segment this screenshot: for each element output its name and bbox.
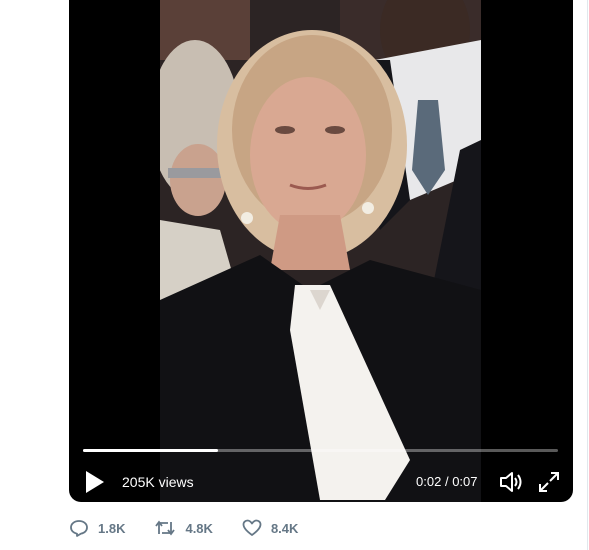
- like-button[interactable]: 8.4K: [242, 518, 298, 538]
- video-player[interactable]: 205K views 0:02 / 0:07: [69, 0, 573, 502]
- retweet-icon: [155, 520, 176, 536]
- play-button[interactable]: [83, 469, 107, 495]
- heart-icon: [242, 519, 262, 536]
- reply-icon: [70, 520, 88, 537]
- reply-count: 1.8K: [98, 520, 126, 536]
- time-total: 0:07: [452, 474, 478, 489]
- page-divider: [587, 0, 588, 550]
- time-display: 0:02 / 0:07: [416, 474, 478, 489]
- volume-button[interactable]: [498, 469, 524, 495]
- reply-button[interactable]: 1.8K: [69, 518, 125, 538]
- progress-fill: [83, 449, 219, 452]
- like-count: 8.4K: [270, 520, 299, 536]
- retweet-button[interactable]: 4.8K: [154, 518, 213, 538]
- time-current: 0:02: [416, 474, 442, 489]
- time-separator: /: [444, 474, 449, 489]
- video-still-image: [160, 0, 481, 502]
- progress-bar[interactable]: [83, 449, 558, 452]
- view-count: 205K views: [122, 474, 194, 490]
- retweet-count: 4.8K: [185, 520, 213, 536]
- play-icon: [86, 471, 104, 493]
- volume-icon: [500, 472, 522, 492]
- video-frame[interactable]: [160, 0, 481, 502]
- fullscreen-button[interactable]: [537, 470, 561, 494]
- fullscreen-icon: [539, 472, 559, 492]
- tweet-actions: 1.8K 4.8K 8.4K: [69, 516, 327, 540]
